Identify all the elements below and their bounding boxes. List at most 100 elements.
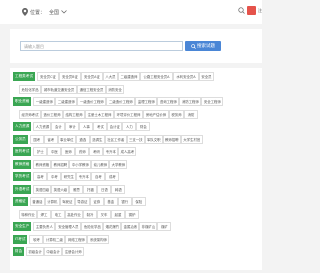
category-item[interactable]: 国考	[29, 134, 44, 144]
category-item[interactable]: 成人高考	[118, 147, 137, 156]
category-item[interactable]: 水利安全员A	[172, 72, 199, 81]
search-button[interactable]: 搜索试题	[185, 41, 221, 51]
category-head[interactable]: IT考试	[13, 234, 28, 244]
category-item[interactable]: 雅思	[69, 184, 84, 194]
bookmark-icon[interactable]	[247, 6, 256, 15]
category-item[interactable]: 二级造价工程师	[106, 97, 136, 106]
register-link[interactable]: 注	[258, 8, 262, 14]
category-item[interactable]: 安全管理人员	[55, 222, 82, 231]
category-item[interactable]: 中医	[47, 147, 62, 156]
category-item[interactable]: 安全员	[198, 72, 214, 81]
category-item[interactable]: 幼儿教师	[91, 159, 110, 169]
category-item[interactable]: 三支一扶	[126, 134, 145, 144]
category-head[interactable]: 教师资格	[13, 159, 32, 169]
category-item[interactable]: 保险	[131, 197, 146, 206]
category-head[interactable]: 安全生产	[13, 222, 32, 231]
category-item[interactable]: 金属冶炼	[121, 222, 140, 231]
category-head[interactable]: 财会	[13, 247, 25, 256]
category-item[interactable]: 一级建造师	[33, 97, 56, 106]
category-item[interactable]: 税务师	[169, 109, 184, 119]
category-item[interactable]: 安全工程师	[201, 97, 224, 106]
category-item[interactable]: 自考	[91, 172, 106, 181]
category-head[interactable]: 医药考试	[13, 147, 32, 156]
category-item[interactable]: 软考	[29, 234, 44, 244]
category-item[interactable]: 锅炉	[125, 209, 139, 219]
category-item[interactable]: 咨询工程师	[157, 97, 180, 106]
category-item[interactable]: 制冷	[83, 209, 97, 219]
category-item[interactable]: 托福	[83, 184, 98, 194]
category-item[interactable]: 财会	[136, 122, 151, 131]
category-item[interactable]: 叉车	[97, 209, 111, 219]
category-item[interactable]: 房地产估价师	[143, 109, 169, 119]
category-item[interactable]: 专升本	[103, 147, 119, 156]
category-item[interactable]: 普通话	[29, 197, 45, 206]
category-item[interactable]: 教师招聘	[51, 159, 70, 169]
category-item[interactable]: 银行	[117, 197, 132, 206]
category-item[interactable]: 注册土木工程师	[85, 109, 114, 119]
category-item[interactable]: 网络工程师	[65, 234, 88, 244]
category-item[interactable]: 中级会计	[44, 247, 63, 256]
search-icon[interactable]	[238, 7, 245, 14]
category-item[interactable]: 社区工作者	[104, 134, 127, 144]
category-item[interactable]: 一级造价工程师	[77, 97, 107, 106]
category-item[interactable]: 计算机	[44, 197, 60, 206]
category-item[interactable]: 成考	[105, 172, 120, 181]
category-head[interactable]: 外语考试	[13, 184, 32, 194]
category-item[interactable]: 造价工程师	[41, 109, 63, 119]
category-item[interactable]: 二级建造师	[117, 72, 140, 81]
category-item[interactable]: 大学教师	[109, 159, 128, 169]
category-item[interactable]: 考研	[89, 147, 104, 156]
category-item[interactable]: 省考	[43, 134, 58, 144]
category-item[interactable]: 医师	[61, 147, 76, 156]
category-item[interactable]: 中小学教师	[69, 159, 92, 169]
category-item[interactable]: 特种作业	[19, 209, 37, 219]
category-item[interactable]: 英语四级	[33, 184, 52, 194]
category-item[interactable]: 中考	[47, 172, 62, 181]
category-item[interactable]: 结构工程师	[63, 109, 85, 119]
category-item[interactable]: 通信工程安全员	[77, 84, 106, 94]
category-item[interactable]: 计算机二级	[43, 234, 66, 244]
category-head[interactable]: 职业资格	[13, 97, 32, 106]
category-item[interactable]: 经济师考试	[19, 109, 41, 119]
location-value[interactable]: 全国	[49, 9, 59, 16]
category-item[interactable]: 煤矿	[157, 222, 172, 231]
category-item[interactable]: 监理工程师	[135, 97, 158, 106]
category-item[interactable]: 公路工程安全员A	[139, 72, 173, 81]
category-item[interactable]: 驾驶证	[59, 197, 75, 206]
category-item[interactable]: 韩语	[111, 184, 126, 194]
category-item[interactable]: 军队文职	[144, 134, 163, 144]
category-item[interactable]: 注册会计师	[62, 247, 85, 256]
category-item[interactable]: 八大员	[102, 72, 118, 81]
category-item[interactable]: 人力资源	[33, 122, 52, 131]
category-item[interactable]: 环境评价工程师	[114, 109, 143, 119]
category-item[interactable]: 日语	[97, 184, 112, 194]
category-item[interactable]: 二级建造师	[55, 97, 78, 106]
category-item[interactable]: 审计	[65, 122, 80, 131]
category-item[interactable]: 消防安全	[106, 84, 124, 94]
category-item[interactable]: 大学生村官	[180, 134, 203, 144]
category-item[interactable]: 系统架构师	[87, 234, 110, 244]
category-item[interactable]: 烟花爆竹	[103, 222, 122, 231]
category-item[interactable]: 基金	[103, 197, 118, 206]
category-item[interactable]: 初级会计	[26, 247, 45, 256]
category-item[interactable]: 证券	[89, 197, 104, 206]
category-item[interactable]: 会计证	[107, 122, 123, 131]
category-item[interactable]: 城市轨道交通安全员	[41, 84, 77, 94]
category-item[interactable]: 会计	[51, 122, 66, 131]
category-item[interactable]: 考试	[93, 122, 108, 131]
category-head[interactable]: 人力资源	[13, 122, 32, 131]
category-item[interactable]: 教师招聘	[162, 134, 181, 144]
search-field[interactable]	[20, 41, 183, 51]
category-item[interactable]: 安全员B证	[58, 72, 81, 81]
category-item[interactable]: 人力	[122, 122, 137, 131]
category-item[interactable]: 危险化学品	[81, 222, 104, 231]
category-head[interactable]: 学历考试	[13, 172, 32, 181]
category-item[interactable]: 起重	[111, 209, 125, 219]
category-item[interactable]: 安全员A证	[80, 72, 103, 81]
category-item[interactable]: 教师资格	[33, 159, 52, 169]
category-item[interactable]: 安全员C证	[36, 72, 59, 81]
category-item[interactable]: 高考	[33, 172, 48, 181]
category-head[interactable]: 公务员	[13, 134, 28, 144]
category-item[interactable]: 电工	[51, 209, 65, 219]
location-selector[interactable]: 位置： 全国	[22, 8, 67, 16]
